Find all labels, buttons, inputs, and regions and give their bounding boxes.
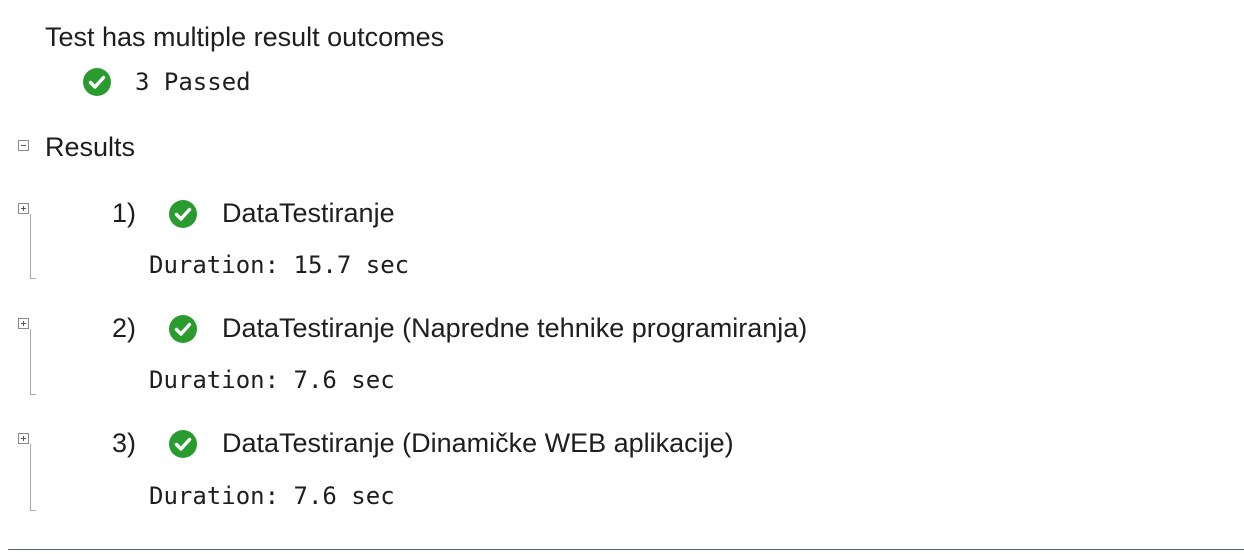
- check-circle-icon: [169, 430, 197, 458]
- result-3-duration: Duration: 7.6 sec: [149, 480, 395, 511]
- result-2-index: 2): [112, 313, 137, 343]
- duration-text: Duration: 7.6 sec: [149, 482, 395, 510]
- results-header: Results: [45, 132, 136, 162]
- summary-title: Test has multiple result outcomes: [45, 22, 445, 52]
- result-3-expand-toggle[interactable]: [18, 433, 29, 444]
- results-collapse-toggle[interactable]: [18, 140, 29, 151]
- result-2-name: DataTestiranje (Napredne tehnike program…: [222, 313, 808, 343]
- result-1-duration: Duration: 15.7 sec: [149, 249, 409, 280]
- tree-line: [30, 394, 36, 395]
- tree-line: [30, 444, 31, 511]
- duration-text: Duration: 15.7 sec: [149, 251, 410, 279]
- result-2-duration: Duration: 7.6 sec: [149, 364, 395, 395]
- result-2-expand-toggle[interactable]: [18, 318, 29, 329]
- result-1-expand-toggle[interactable]: [18, 203, 29, 214]
- panel-bottom-border: [8, 549, 1244, 550]
- tree-line: [30, 329, 31, 395]
- check-circle-icon: [169, 200, 197, 228]
- result-1-name: DataTestiranje: [222, 198, 395, 228]
- result-3-index: 3): [112, 428, 137, 458]
- check-circle-icon: [169, 315, 197, 343]
- check-circle-icon: [83, 68, 111, 96]
- tree-line: [30, 214, 31, 279]
- outcome-summary: 3 Passed: [135, 68, 251, 96]
- tree-line: [30, 510, 36, 511]
- tree-line: [30, 278, 36, 279]
- result-1-index: 1): [112, 198, 137, 228]
- result-3-name: DataTestiranje (Dinamičke WEB aplikacije…: [222, 428, 734, 458]
- duration-text: Duration: 7.6 sec: [149, 366, 395, 394]
